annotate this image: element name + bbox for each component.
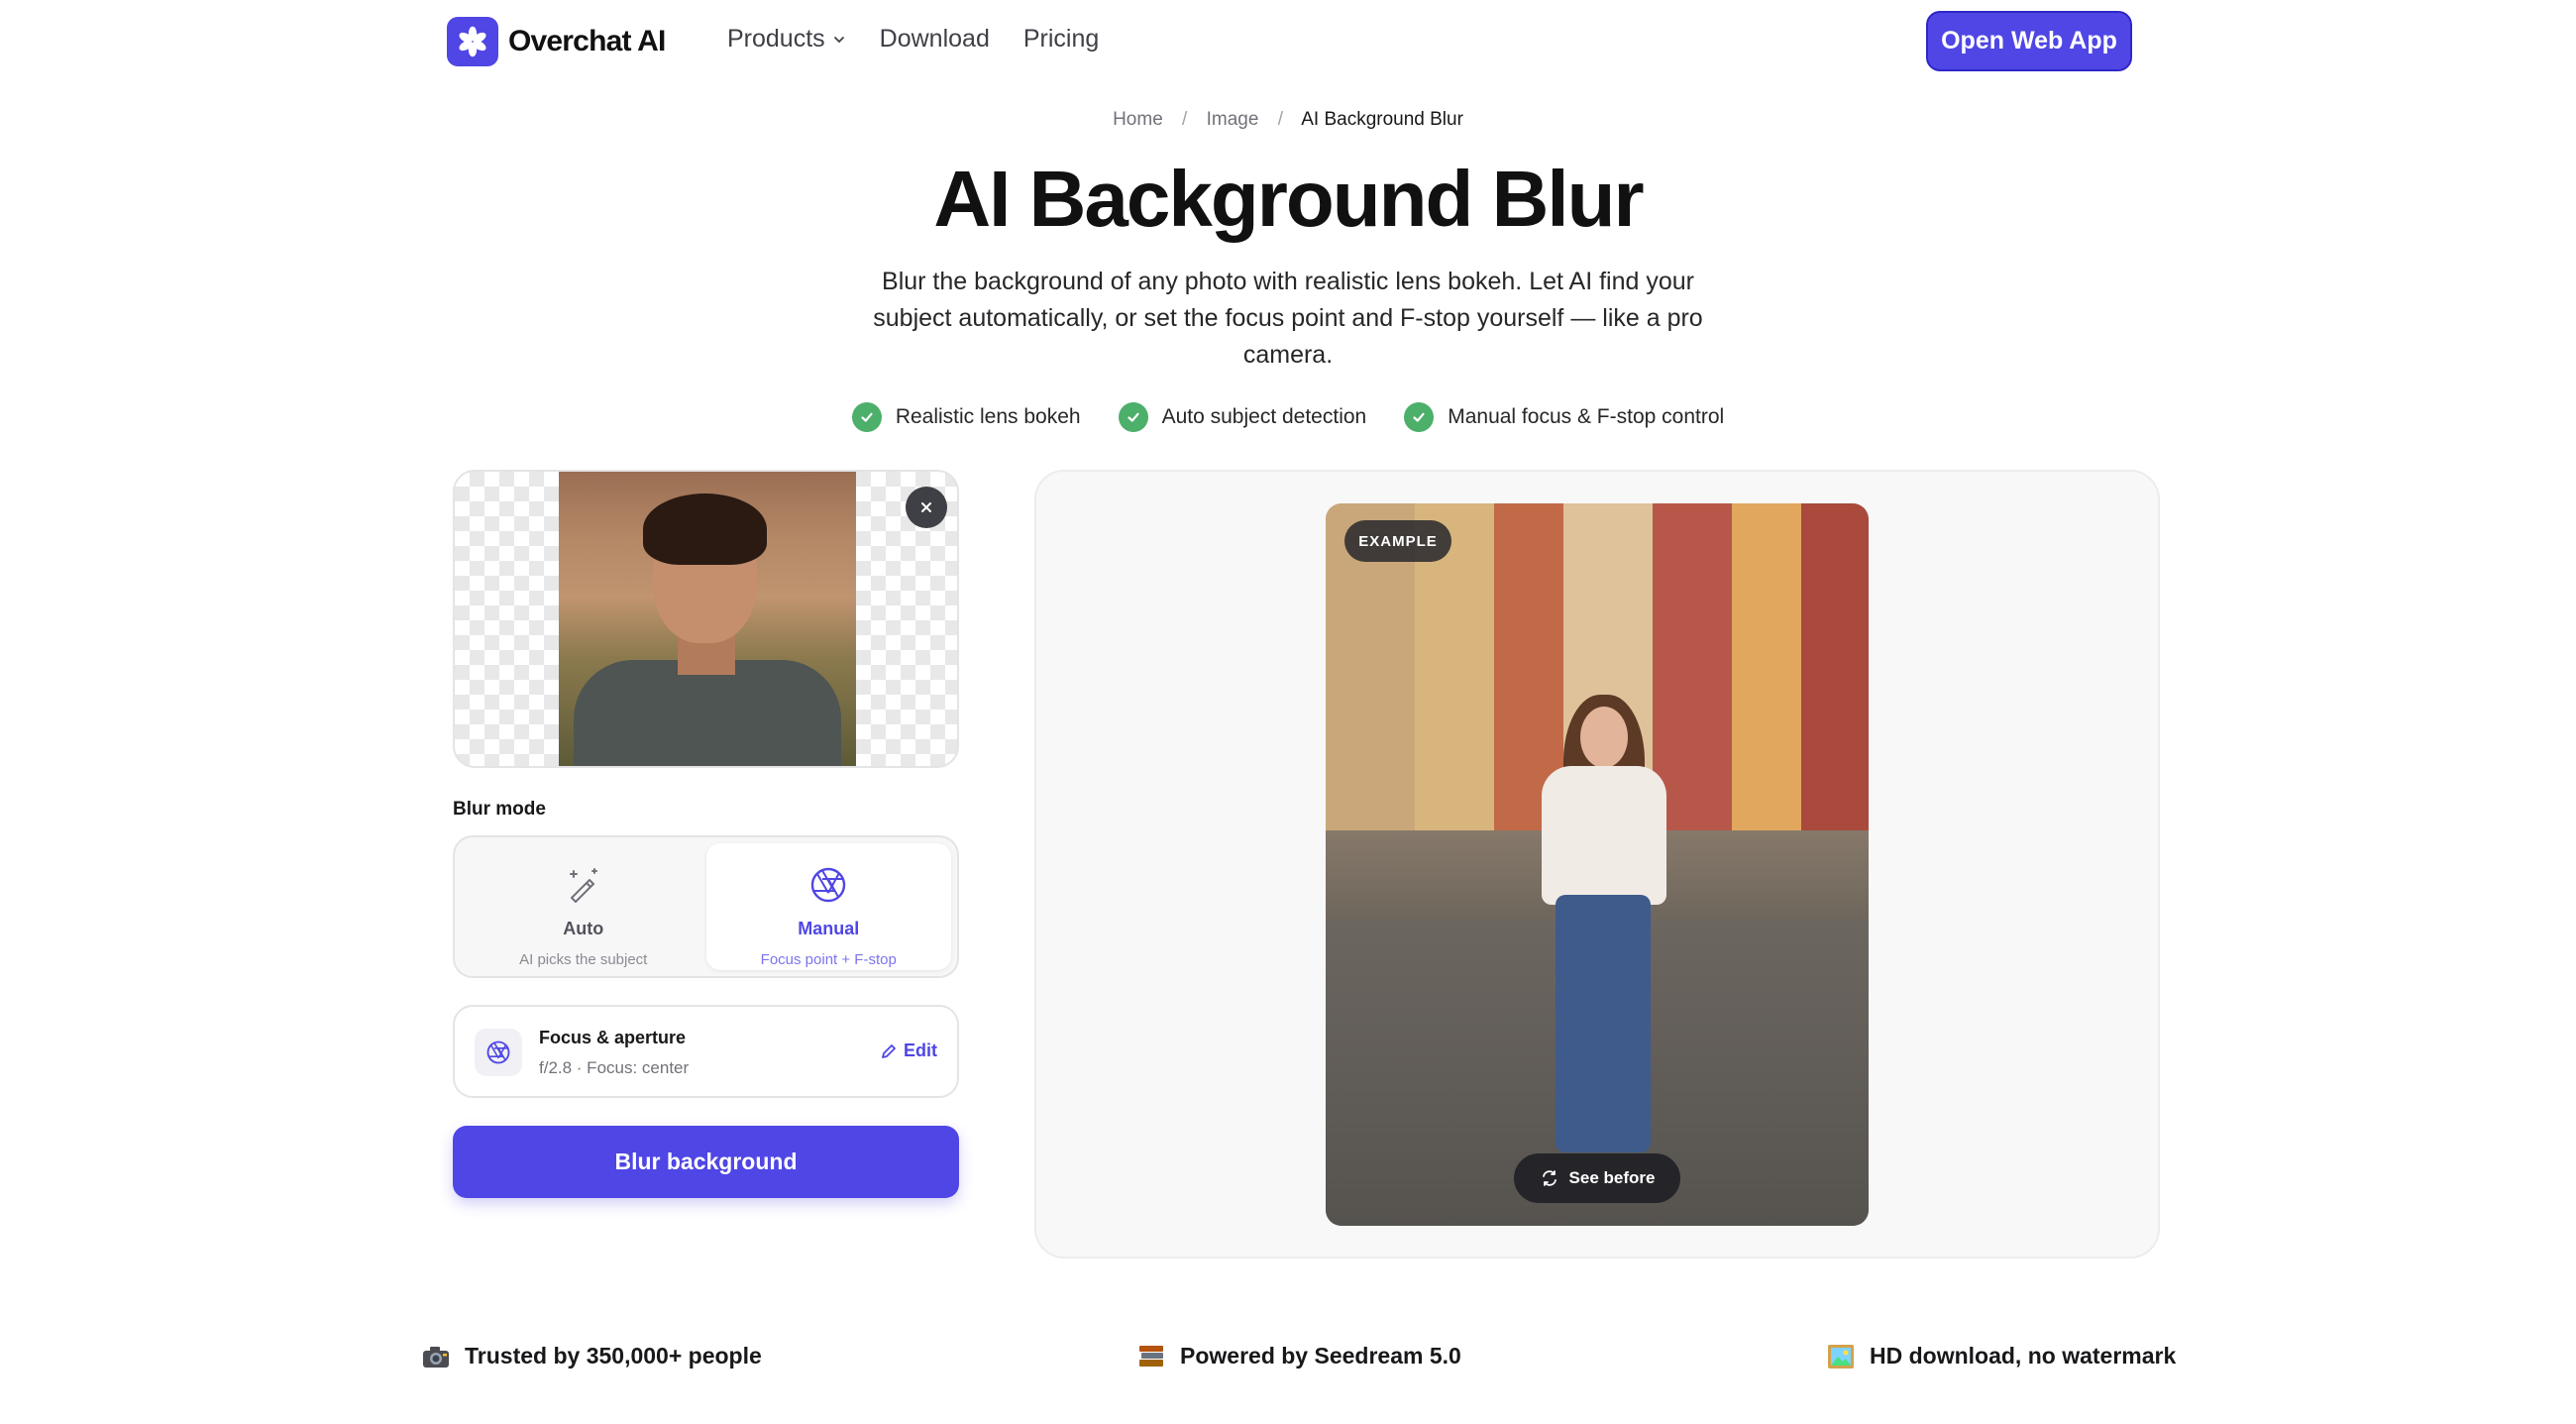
- feature-item: Realistic lens bokeh: [851, 402, 1081, 432]
- edit-focus-button[interactable]: Edit: [880, 1041, 937, 1061]
- top-navigation: Overchat AI Products Download Pricing Op…: [0, 0, 2576, 81]
- check-circle-icon: [1118, 402, 1148, 432]
- feature-item: Manual focus & F-stop control: [1404, 402, 1724, 432]
- books-emoji-icon: [1136, 1344, 1166, 1369]
- nav-products[interactable]: Products: [727, 25, 846, 54]
- mode-manual[interactable]: Manual Focus point + F-stop: [705, 843, 951, 970]
- aperture-icon: [475, 1029, 522, 1076]
- uploaded-photo: [559, 472, 856, 766]
- breadcrumb-separator: /: [1277, 109, 1283, 130]
- breadcrumb-home[interactable]: Home: [1113, 109, 1163, 130]
- feature-item: Auto subject detection: [1118, 402, 1367, 432]
- blurred-building: [1732, 503, 1801, 830]
- breadcrumb-image[interactable]: Image: [1207, 109, 1259, 130]
- check-circle-icon: [1404, 402, 1435, 432]
- subject-face: [1580, 707, 1628, 768]
- mode-auto-description: AI picks the subject: [519, 951, 648, 968]
- focus-aperture-value: f/2.8 · Focus: center: [539, 1058, 690, 1077]
- breadcrumb: Home / Image / AI Background Blur: [0, 109, 2576, 131]
- pencil-icon: [882, 1043, 896, 1058]
- photo-subject-hair: [643, 493, 767, 565]
- example-badge: EXAMPLE: [1344, 520, 1451, 562]
- framed-picture-emoji-icon: [1826, 1344, 1856, 1369]
- focus-aperture-card: Focus & aperture f/2.8 · Focus: center E…: [453, 1005, 959, 1098]
- focus-aperture-title: Focus & aperture: [539, 1028, 687, 1047]
- trust-item: Powered by Seedream 5.0: [1136, 1343, 1461, 1369]
- remove-image-button[interactable]: [906, 487, 947, 528]
- trust-label: HD download, no watermark: [1870, 1343, 2177, 1369]
- trust-label: Powered by Seedream 5.0: [1180, 1343, 1461, 1369]
- magic-wand-icon: [569, 868, 597, 903]
- nav-pricing[interactable]: Pricing: [1023, 25, 1099, 54]
- chevron-down-icon: [833, 36, 844, 43]
- close-icon: [921, 502, 931, 512]
- blurred-building: [1653, 503, 1732, 830]
- breadcrumb-current: AI Background Blur: [1301, 109, 1463, 130]
- open-web-app-button[interactable]: Open Web App: [1926, 11, 2132, 71]
- feature-list: Realistic lens bokeh Auto subject detect…: [0, 402, 2576, 432]
- trust-item: Trusted by 350,000+ people: [421, 1343, 762, 1369]
- mode-manual-name: Manual: [798, 919, 860, 938]
- mode-auto[interactable]: Auto AI picks the subject: [461, 843, 706, 970]
- example-result-image: [1326, 503, 1869, 1226]
- check-circle-icon: [851, 402, 882, 432]
- see-before-label: See before: [1568, 1168, 1656, 1187]
- aperture-icon: [811, 867, 846, 903]
- brand-logo[interactable]: Overchat AI: [447, 17, 666, 66]
- blurred-building: [1801, 503, 1869, 830]
- brand-name: Overchat AI: [508, 25, 666, 57]
- edit-focus-label: Edit: [904, 1041, 937, 1060]
- feature-label: Auto subject detection: [1161, 405, 1367, 428]
- mode-manual-description: Focus point + F-stop: [760, 951, 897, 968]
- blur-mode-label: Blur mode: [453, 799, 546, 820]
- swap-arrows-icon: [1542, 1170, 1556, 1186]
- feature-label: Manual focus & F-stop control: [1448, 405, 1725, 428]
- nav-links: Products Download Pricing: [727, 25, 1132, 54]
- subject-jeans: [1556, 895, 1651, 1152]
- see-before-button[interactable]: See before: [1514, 1153, 1680, 1203]
- nav-download[interactable]: Download: [880, 25, 990, 54]
- nav-products-label: Products: [727, 25, 825, 53]
- mode-auto-name: Auto: [563, 919, 604, 938]
- uploaded-image-preview: [453, 470, 959, 768]
- trust-item: HD download, no watermark: [1826, 1343, 2176, 1369]
- feature-label: Realistic lens bokeh: [895, 405, 1081, 428]
- trust-label: Trusted by 350,000+ people: [465, 1343, 762, 1369]
- page-subtitle: Blur the background of any photo with re…: [873, 268, 1703, 369]
- subject-cardigan: [1542, 766, 1666, 905]
- photo-subject-sweater: [574, 660, 841, 766]
- blur-background-button[interactable]: Blur background: [453, 1126, 959, 1198]
- blur-mode-selector: Auto AI picks the subject Manual Focus p…: [453, 835, 959, 978]
- page-title: AI Background Blur: [933, 155, 1644, 243]
- breadcrumb-separator: /: [1182, 109, 1188, 130]
- camera-emoji-icon: [421, 1344, 451, 1369]
- asterisk-logo-icon: [447, 17, 498, 66]
